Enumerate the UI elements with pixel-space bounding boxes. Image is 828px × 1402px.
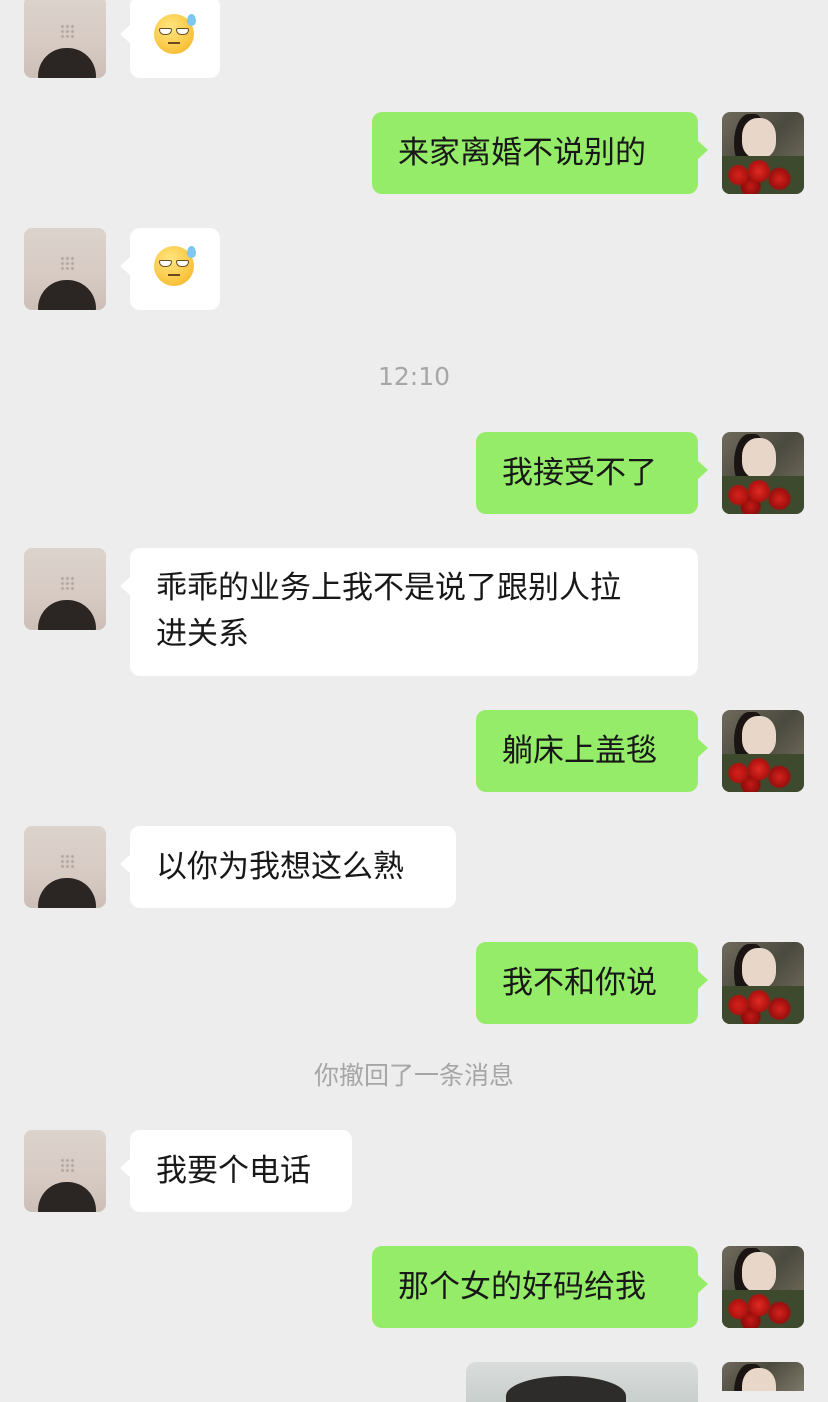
avatar-detail — [60, 256, 74, 270]
avatar-detail — [38, 600, 96, 630]
contact-avatar[interactable] — [24, 826, 106, 908]
avatar-detail — [38, 48, 96, 78]
message-text: 躺床上盖毯 — [502, 733, 657, 769]
photo-thumbnail[interactable] — [466, 1362, 698, 1402]
message-text: 我接受不了 — [502, 455, 657, 491]
avatar-detail — [38, 878, 96, 908]
message-bubble-self[interactable]: 那个女的好码给我 — [372, 1246, 708, 1328]
user-avatar[interactable] — [722, 1362, 804, 1391]
avatar-detail — [722, 156, 804, 194]
message-bubble-emoji[interactable] — [120, 0, 220, 78]
message-text-line: 进关系 — [156, 616, 249, 652]
emoji-detail — [176, 28, 189, 35]
user-avatar[interactable] — [722, 942, 804, 1024]
recall-notice: 你撤回了一条消息 — [313, 1061, 514, 1090]
message-bubble-self[interactable]: 躺床上盖毯 — [476, 710, 708, 792]
sweat-smile-emoji — [154, 246, 196, 286]
contact-avatar[interactable] — [24, 0, 106, 78]
user-avatar[interactable] — [722, 710, 804, 792]
message-bubble-other[interactable]: 乖乖的业务上我不是说了跟别人拉 进关系 — [120, 548, 698, 676]
avatar-detail — [60, 854, 74, 868]
avatar-detail — [60, 576, 74, 590]
emoji-detail — [187, 246, 196, 258]
avatar-detail — [722, 1290, 804, 1328]
message-bubble-other[interactable]: 我要个电话 — [120, 1130, 352, 1212]
message-text: 那个女的好码给我 — [398, 1269, 646, 1305]
emoji-detail — [168, 42, 180, 44]
avatar-detail — [742, 1368, 776, 1391]
sweat-smile-emoji — [154, 14, 196, 54]
avatar-detail — [722, 754, 804, 792]
contact-avatar[interactable] — [24, 228, 106, 310]
message-bubble-self[interactable]: 我不和你说 — [476, 942, 708, 1024]
message-text: 来家离婚不说别的 — [398, 135, 646, 171]
timestamp: 12:10 — [377, 362, 451, 391]
message-bubble-other[interactable]: 以你为我想这么熟 — [120, 826, 456, 908]
user-avatar[interactable] — [722, 1246, 804, 1328]
message-text: 以你为我想这么熟 — [156, 849, 404, 885]
message-text: 乖乖的业务上我不是说了跟别人拉 进关系 — [130, 548, 698, 674]
avatar-detail — [742, 948, 776, 988]
avatar-detail — [742, 118, 776, 158]
avatar-detail — [742, 1252, 776, 1292]
user-avatar[interactable] — [722, 112, 804, 194]
user-avatar[interactable] — [722, 432, 804, 514]
message-bubble-emoji[interactable] — [120, 228, 220, 310]
avatar-detail — [742, 716, 776, 756]
emoji-detail — [159, 260, 172, 267]
message-text: 我要个电话 — [156, 1153, 311, 1189]
emoji-detail — [159, 28, 172, 35]
avatar-detail — [722, 476, 804, 514]
contact-avatar[interactable] — [24, 1130, 106, 1212]
avatar-detail — [38, 280, 96, 310]
avatar-detail — [722, 986, 804, 1024]
avatar-detail — [60, 24, 74, 38]
contact-avatar[interactable] — [24, 548, 106, 630]
emoji-detail — [176, 260, 189, 267]
message-text: 我不和你说 — [502, 965, 657, 1001]
photo-detail — [506, 1376, 626, 1402]
emoji-detail — [187, 14, 196, 26]
avatar-detail — [38, 1182, 96, 1212]
message-text-line: 乖乖的业务上我不是说了跟别人拉 — [156, 570, 621, 606]
message-bubble-self[interactable]: 我接受不了 — [476, 432, 708, 514]
avatar-detail — [60, 1158, 74, 1172]
message-bubble-self[interactable]: 来家离婚不说别的 — [372, 112, 708, 194]
emoji-detail — [168, 274, 180, 276]
avatar-detail — [742, 438, 776, 478]
